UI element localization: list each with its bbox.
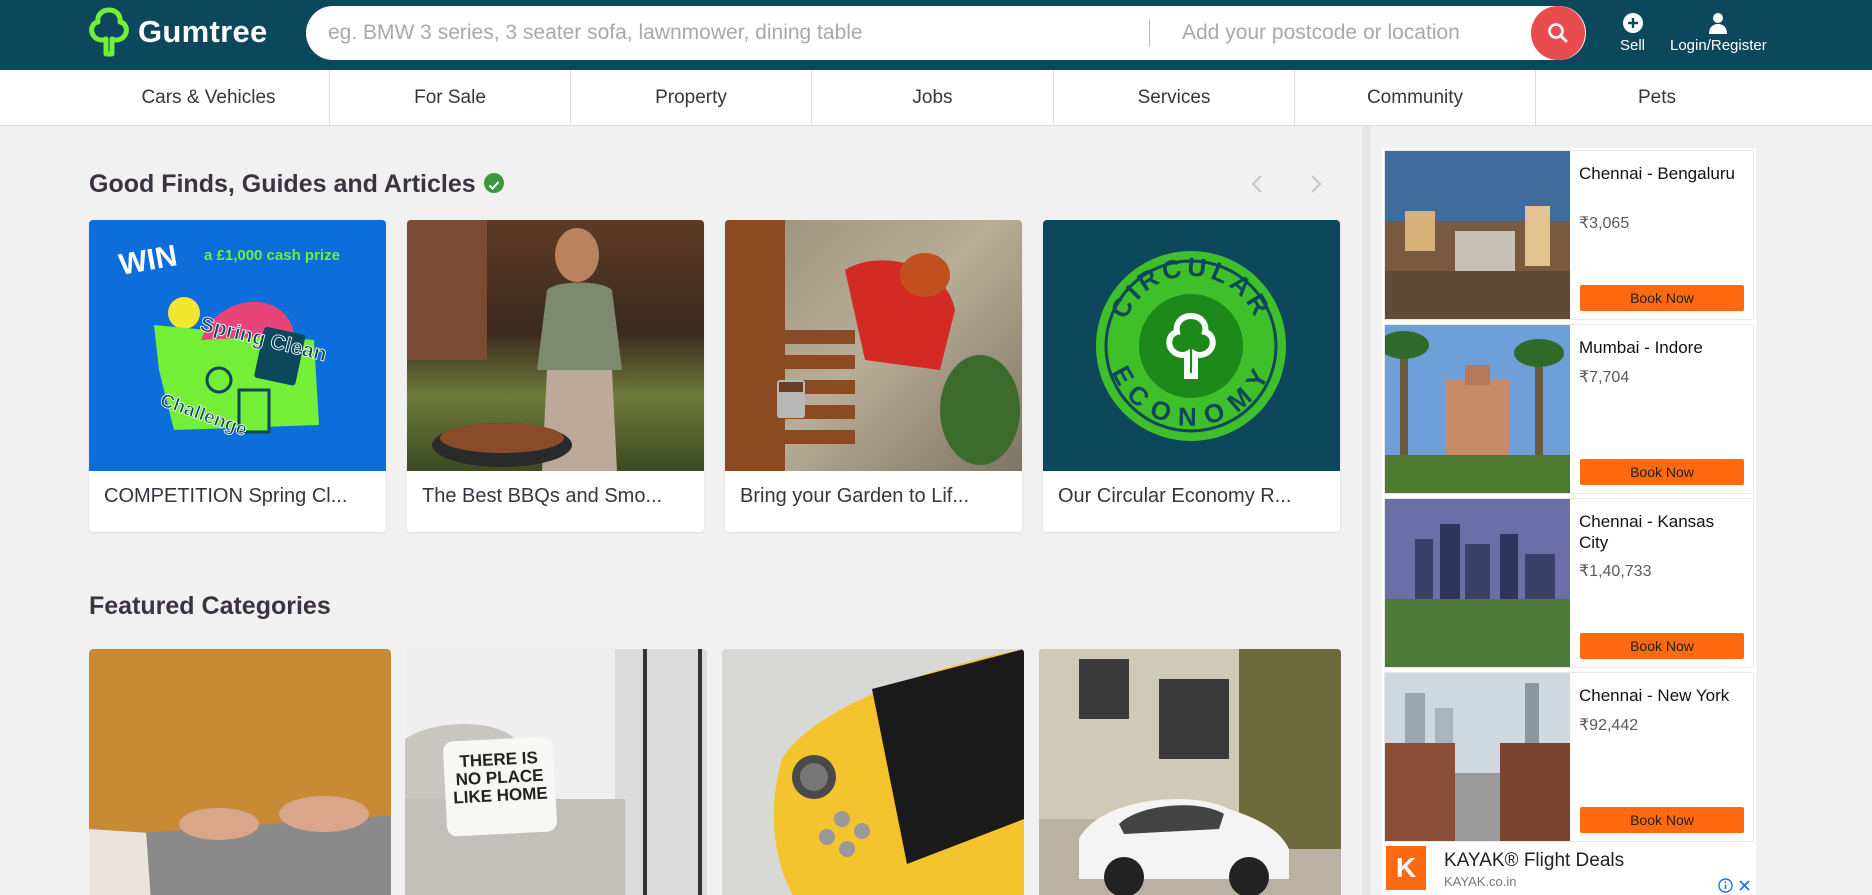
category-card-cars[interactable] [1039, 649, 1341, 895]
nav-for-sale[interactable]: For Sale [330, 70, 571, 126]
book-now-button[interactable]: Book Now [1580, 285, 1744, 311]
ad-flight-item[interactable]: Chennai - Bengaluru ₹3,065 Book Now [1384, 150, 1754, 320]
carousel-prev-icon[interactable] [1246, 172, 1270, 196]
article-caption: COMPETITION Spring Cl... [104, 485, 348, 507]
sidebar-divider [1362, 126, 1370, 895]
article-card[interactable]: CIRCULAR ECONOMY Our Circular Economy R.… [1043, 220, 1340, 532]
search-button[interactable] [1531, 6, 1585, 60]
location-input[interactable] [1182, 6, 1482, 60]
ad-route: Chennai - New York [1579, 686, 1730, 705]
games-console-image [722, 649, 1024, 895]
login-register-button[interactable]: Login/Register [1670, 12, 1767, 54]
search-icon [1548, 23, 1568, 43]
indore-palace-image [1385, 325, 1570, 493]
ad-flight-item[interactable]: Chennai - New York ₹92,442 Book Now [1384, 672, 1754, 842]
header: Gumtree Sell Login/Register [0, 0, 1872, 70]
sell-label: Sell [1620, 37, 1646, 54]
nav-pets[interactable]: Pets [1536, 70, 1778, 126]
verified-check-icon [483, 173, 504, 194]
home-cushion-image: THERE IS NO PLACE LIKE HOME [405, 649, 707, 895]
article-caption: Our Circular Economy R... [1058, 485, 1292, 507]
kansas-city-image [1385, 499, 1570, 667]
gumtree-tree-icon [89, 7, 129, 57]
featured-categories-title: Featured Categories [89, 592, 331, 620]
nav-property[interactable]: Property [571, 70, 812, 126]
good-finds-title: Good Finds, Guides and Articles [89, 170, 476, 198]
book-now-button[interactable]: Book Now [1580, 807, 1744, 833]
book-now-button[interactable]: Book Now [1580, 633, 1744, 659]
bengaluru-city-image [1385, 151, 1570, 319]
ad-price: ₹3,065 [1579, 215, 1630, 232]
kayak-ad: Chennai - Bengaluru ₹3,065 Book Now Mumb… [1382, 148, 1756, 895]
ad-choices[interactable] [1718, 878, 1752, 893]
kayak-logo: K [1386, 846, 1426, 890]
kayak-url: KAYAK.co.in [1444, 874, 1517, 889]
nav-jobs[interactable]: Jobs [812, 70, 1054, 126]
ad-price: ₹1,40,733 [1579, 563, 1652, 580]
good-finds-heading: Good Finds, Guides and Articles [89, 170, 504, 199]
search-bar [306, 6, 1586, 60]
nav-services[interactable]: Services [1054, 70, 1295, 126]
category-card-laptop[interactable] [89, 649, 391, 895]
circular-economy-image: CIRCULAR ECONOMY [1043, 220, 1340, 471]
search-divider [1149, 19, 1150, 47]
kayak-promo[interactable]: K KAYAK® Flight Deals KAYAK.co.in [1382, 842, 1756, 895]
spring-clean-image: WIN a £1,000 cash prize Spring Clean Cha… [89, 220, 386, 471]
carousel-next-icon[interactable] [1303, 172, 1327, 196]
plus-circle-icon [1622, 13, 1643, 33]
article-caption: The Best BBQs and Smo... [422, 485, 663, 507]
search-input[interactable] [328, 6, 1148, 60]
article-card[interactable]: The Best BBQs and Smo... [407, 220, 704, 532]
ad-price: ₹92,442 [1579, 717, 1639, 734]
new-york-image [1385, 673, 1570, 841]
cushion-text: THERE IS NO PLACE LIKE HOME [452, 747, 549, 808]
login-label: Login/Register [1670, 37, 1767, 54]
ad-route: Mumbai - Indore [1579, 338, 1703, 357]
close-icon[interactable] [1737, 878, 1752, 893]
garden-painting-image [725, 220, 1022, 471]
bbq-man-image [407, 220, 704, 471]
ad-route: Chennai - Kansas City [1579, 512, 1715, 552]
kayak-title: KAYAK® Flight Deals [1444, 850, 1625, 871]
user-icon [1709, 13, 1728, 34]
logo-text: Gumtree [138, 14, 268, 49]
article-caption: Bring your Garden to Lif... [740, 485, 970, 507]
nav-community[interactable]: Community [1295, 70, 1536, 126]
nav-cars-vehicles[interactable]: Cars & Vehicles [88, 70, 330, 126]
laptop-image [89, 649, 391, 895]
category-card-home[interactable]: THERE IS NO PLACE LIKE HOME [405, 649, 707, 895]
ad-price: ₹7,704 [1579, 369, 1630, 386]
sell-button[interactable]: Sell [1620, 12, 1645, 54]
car-image [1039, 649, 1341, 895]
category-nav: Cars & Vehicles For Sale Property Jobs S… [0, 70, 1872, 126]
gumtree-logo[interactable]: Gumtree [88, 6, 268, 58]
category-card-gaming[interactable] [722, 649, 1024, 895]
ad-flight-item[interactable]: Chennai - Kansas City ₹1,40,733 Book Now [1384, 498, 1754, 668]
cash-prize-text: a £1,000 cash prize [204, 247, 340, 264]
ad-flight-item[interactable]: Mumbai - Indore ₹7,704 Book Now [1384, 324, 1754, 494]
win-text: WIN [116, 239, 179, 282]
article-card[interactable]: WIN a £1,000 cash prize Spring Clean Cha… [89, 220, 386, 532]
book-now-button[interactable]: Book Now [1580, 459, 1744, 485]
info-icon[interactable] [1718, 878, 1733, 893]
ad-route: Chennai - Bengaluru [1579, 164, 1735, 183]
article-card[interactable]: Bring your Garden to Lif... [725, 220, 1022, 532]
